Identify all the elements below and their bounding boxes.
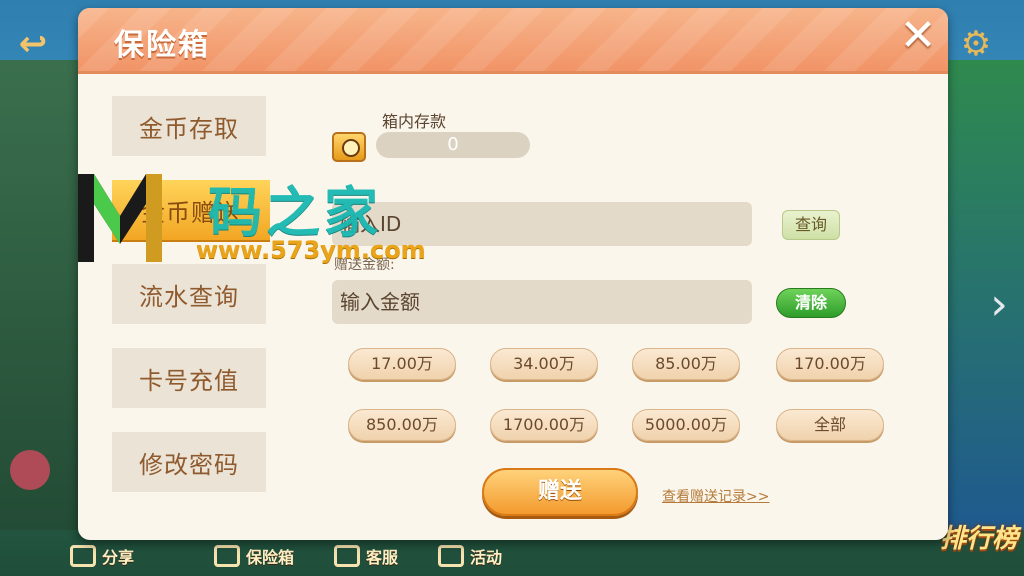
safe-balance-value: 0 (376, 132, 530, 158)
amount-option-button[interactable]: 5000.00万 (632, 409, 740, 441)
menu-item-transactions[interactable]: 流水查询 (112, 264, 266, 324)
share-label: 分享 (102, 548, 135, 567)
back-arrow-icon[interactable]: ↩ (8, 22, 58, 66)
share-icon (70, 545, 96, 567)
clear-button[interactable]: 清除 (776, 288, 846, 318)
amount-option-all-button[interactable]: 全部 (776, 409, 884, 441)
safe-dialog: 保险箱 ✕ 金币存取 金币赠送 流水查询 卡号充值 修改密码 箱内存款 0 输入… (78, 8, 948, 540)
gear-icon[interactable]: ⚙ (956, 24, 996, 64)
amount-option-button[interactable]: 1700.00万 (490, 409, 598, 441)
coin-icon (332, 132, 366, 162)
amount-option-button[interactable]: 170.00万 (776, 348, 884, 380)
safe-nav-item[interactable]: 保险箱 (214, 544, 294, 568)
query-button[interactable]: 查询 (782, 210, 840, 240)
bottom-nav-bar: 分享 保险箱 客服 活动 (70, 536, 630, 576)
safe-icon (214, 545, 241, 567)
amount-option-button[interactable]: 850.00万 (348, 409, 456, 441)
menu-item-deposit-withdraw[interactable]: 金币存取 (112, 96, 266, 156)
gift-record-link[interactable]: 查看赠送记录>> (662, 486, 769, 506)
gift-submit-button[interactable]: 赠送 (482, 468, 638, 516)
activity-nav-item[interactable]: 活动 (438, 544, 502, 568)
safe-balance-label: 箱内存款 (382, 112, 447, 131)
ranking-label[interactable]: 排行榜 (940, 518, 1018, 555)
share-nav-item[interactable]: 分享 (70, 544, 134, 568)
service-label: 客服 (366, 548, 399, 567)
megaphone-icon (438, 545, 465, 567)
menu-item-card-recharge[interactable]: 卡号充值 (112, 348, 266, 408)
background-flower (10, 450, 50, 490)
watermark-url: www.573ym.com (196, 236, 426, 264)
service-nav-item[interactable]: 客服 (334, 544, 398, 568)
safe-label: 保险箱 (246, 548, 295, 567)
watermark-logo (78, 174, 162, 262)
amount-option-button[interactable]: 85.00万 (632, 348, 740, 380)
menu-item-change-password[interactable]: 修改密码 (112, 432, 266, 492)
amount-option-button[interactable]: 34.00万 (490, 348, 598, 380)
gift-amount-input[interactable]: 输入金额 (332, 280, 752, 324)
headset-icon (334, 545, 361, 567)
close-icon[interactable]: ✕ (892, 10, 944, 62)
side-menu: 金币存取 金币赠送 流水查询 卡号充值 修改密码 (112, 96, 270, 516)
dialog-title: 保险箱 (114, 28, 210, 63)
amount-option-button[interactable]: 17.00万 (348, 348, 456, 380)
chevron-right-icon[interactable]: › (982, 280, 1016, 330)
activity-label: 活动 (470, 548, 503, 567)
